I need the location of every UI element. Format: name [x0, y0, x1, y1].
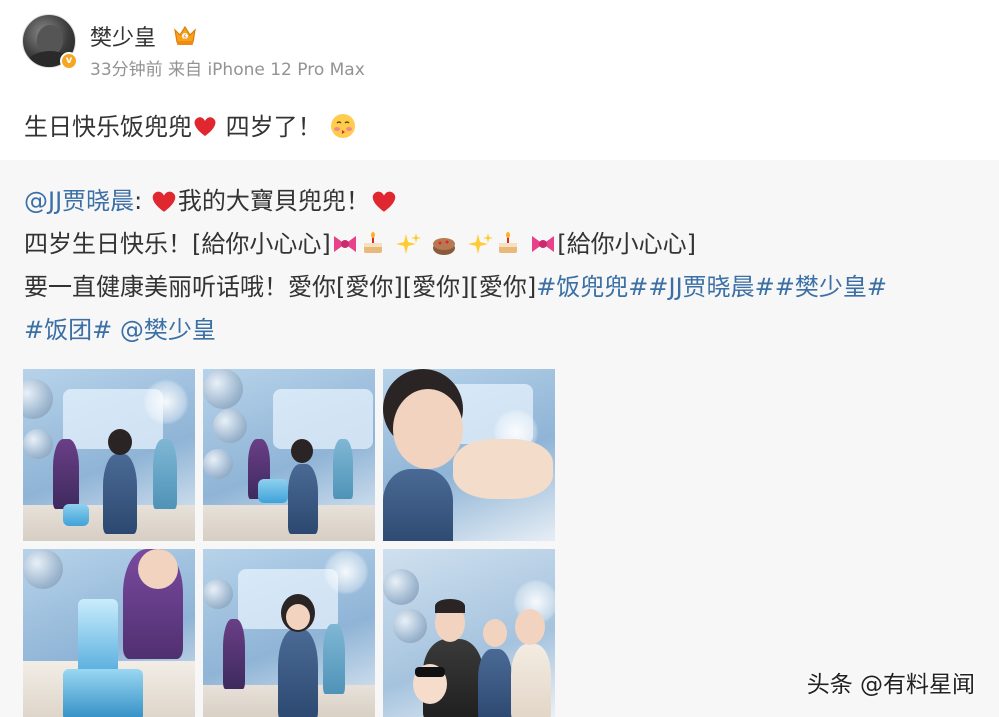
mention-link[interactable]: @樊少皇 — [120, 316, 216, 344]
post-meta: 33分钟前 来自 iPhone 12 Pro Max — [90, 60, 365, 80]
watermark: 头条 @有料星闻 — [806, 672, 975, 698]
avatar[interactable]: v — [22, 14, 78, 70]
hashtag-link[interactable]: #樊少皇# — [775, 273, 887, 301]
photo-2[interactable] — [203, 369, 375, 541]
repost-section[interactable]: @JJ贾晓晨: 我的大寶貝兜兜！ 四岁生日快乐！[給你小心心] [給你小心心] … — [0, 160, 999, 717]
repost-text: @JJ贾晓晨: 我的大寶貝兜兜！ 四岁生日快乐！[給你小心心] [給你小心心] … — [24, 180, 979, 352]
repost-line-4: #饭团# @樊少皇 — [24, 309, 979, 352]
repost-line-1: @JJ贾晓晨: 我的大寶貝兜兜！ — [24, 180, 979, 223]
red-heart-icon — [152, 191, 176, 212]
verified-badge-icon: v — [60, 52, 78, 70]
blush-face-icon — [331, 114, 356, 138]
red-heart-icon — [372, 191, 396, 212]
post-header: v 樊少皇 6 33分钟前 来自 iPhone 12 Pro Max 生日快乐饭… — [0, 0, 999, 160]
sparkles-icon — [396, 233, 422, 254]
birthday-cake-icon — [498, 232, 517, 253]
birthday-cake-icon — [363, 232, 382, 253]
hashtag-link[interactable]: #饭团# — [24, 316, 112, 344]
photo-5[interactable] — [203, 549, 375, 717]
ribbon-icon — [532, 236, 555, 252]
ribbon-icon — [333, 236, 356, 252]
birthday-cake-icon — [433, 238, 456, 255]
username[interactable]: 樊少皇 — [90, 20, 156, 52]
hashtag-link[interactable]: #JJ贾晓晨# — [648, 273, 774, 301]
photo-4[interactable] — [23, 549, 195, 717]
photo-3[interactable] — [383, 369, 555, 541]
sparkles-icon — [467, 233, 493, 254]
post-text: 生日快乐饭兜兜 四岁了！ — [24, 107, 357, 142]
hashtag-link[interactable]: #饭兜兜# — [536, 273, 648, 301]
red-heart-icon — [194, 117, 216, 136]
author-mention-link[interactable]: @JJ贾晓晨 — [24, 187, 134, 215]
repost-line-2: 四岁生日快乐！[給你小心心] [給你小心心] — [24, 230, 697, 258]
crown-badge-icon[interactable]: 6 — [172, 22, 198, 48]
svg-text:6: 6 — [183, 35, 186, 41]
repost-line-3: 要一直健康美丽听话哦！愛你[愛你][愛你][愛你]#饭兜兜##JJ贾晓晨##樊少… — [24, 273, 887, 301]
photo-1[interactable] — [23, 369, 195, 541]
photo-6[interactable] — [383, 549, 555, 717]
